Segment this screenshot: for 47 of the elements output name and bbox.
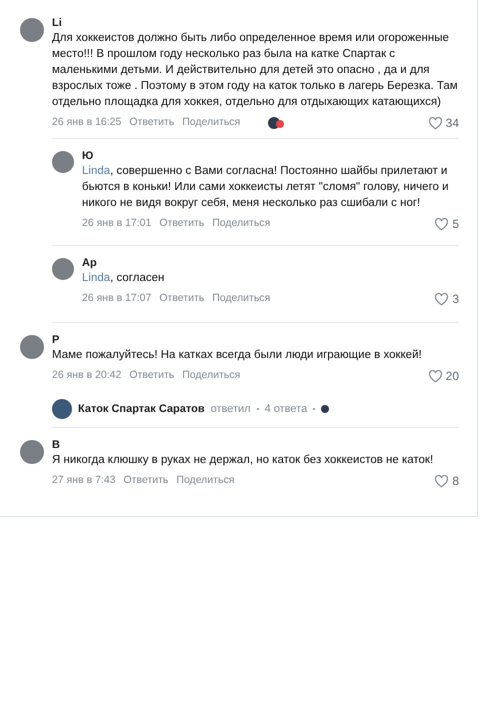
reply-link[interactable]: Ответить xyxy=(159,291,204,307)
comment-text: Для хоккеистов должно быть либо определенное время или огороженные место!!! В прошлом году несколько раз была на катке Спартак с маленькими детьми. И действительно для детей это опасно , да и для взрослых тоже . Поэтому в этом году на каток только в лагерь Березка. Там отдельно площадка для хоккея, отдельно для отдыхающих катающихся) xyxy=(52,31,459,110)
like-button[interactable]: 3 xyxy=(434,290,459,308)
comment-text: Linda, совершенно с Вами согласна! Постоянно шайбы прилетают и бьются в коньки! Или сами хоккеисты летят "сломя" голову, ничего и никого не видя вокруг себя, меня несколько раз сшибали с ног! xyxy=(82,164,450,211)
mention-link[interactable]: Linda xyxy=(82,165,110,177)
comment-text: Маме пожалуйтесь! На катках всегда были люди играющие в хоккей! xyxy=(52,348,423,363)
reply-link[interactable]: Ответить xyxy=(124,473,168,489)
replies-count-link[interactable]: 4 ответа xyxy=(264,400,308,418)
thread-action: ответил xyxy=(210,402,251,417)
comment-date: 27 янв в 7:43 xyxy=(52,473,116,488)
comment-date: 26 янв в 16:25 xyxy=(52,115,122,130)
like-button[interactable]: 34 xyxy=(428,114,459,132)
share-link[interactable]: Поделиться xyxy=(212,291,270,307)
avatar[interactable] xyxy=(52,258,74,280)
thread-author[interactable]: Каток Спартак Саратов xyxy=(78,400,205,418)
author-name[interactable]: В xyxy=(52,438,459,452)
like-button[interactable]: 8 xyxy=(434,472,459,490)
author-name[interactable]: Р xyxy=(52,333,459,347)
heart-icon xyxy=(434,292,450,306)
author-name[interactable]: Ю xyxy=(82,149,459,163)
heart-icon xyxy=(434,218,450,230)
share-link[interactable]: Поделиться xyxy=(176,473,234,489)
share-link[interactable]: Поделиться xyxy=(212,216,270,232)
avatar[interactable] xyxy=(20,335,44,359)
avatar[interactable] xyxy=(52,151,74,173)
reply-link[interactable]: Ответить xyxy=(159,216,204,232)
reply-link[interactable]: Ответить xyxy=(129,115,174,131)
heart-icon xyxy=(428,370,443,382)
mention-link[interactable]: Linda xyxy=(82,272,110,284)
comment-date: 26 янв в 17:07 xyxy=(82,291,152,306)
share-link[interactable]: Поделиться xyxy=(182,368,240,384)
author-name[interactable]: Ар xyxy=(82,256,459,270)
avatar xyxy=(321,405,330,413)
like-button[interactable]: 5 xyxy=(434,215,459,233)
comment-text: Linda, согласен xyxy=(82,271,166,286)
like-button[interactable]: 20 xyxy=(428,367,459,385)
comment-text: Я никогда клюшку в руках не держал, но каток без хоккеистов не каток! xyxy=(52,453,434,468)
heart-icon xyxy=(434,474,450,488)
heart-icon xyxy=(428,116,443,130)
comment-date: 26 янв в 20:42 xyxy=(52,368,122,384)
reply-link[interactable]: Ответить xyxy=(129,368,174,384)
author-name[interactable]: Li xyxy=(52,16,459,30)
share-link[interactable]: Поделиться xyxy=(182,115,240,131)
avatar[interactable] xyxy=(20,440,44,464)
avatar[interactable] xyxy=(52,399,72,419)
comment-date: 26 янв в 17:01 xyxy=(82,216,152,232)
avatar[interactable] xyxy=(20,18,44,42)
